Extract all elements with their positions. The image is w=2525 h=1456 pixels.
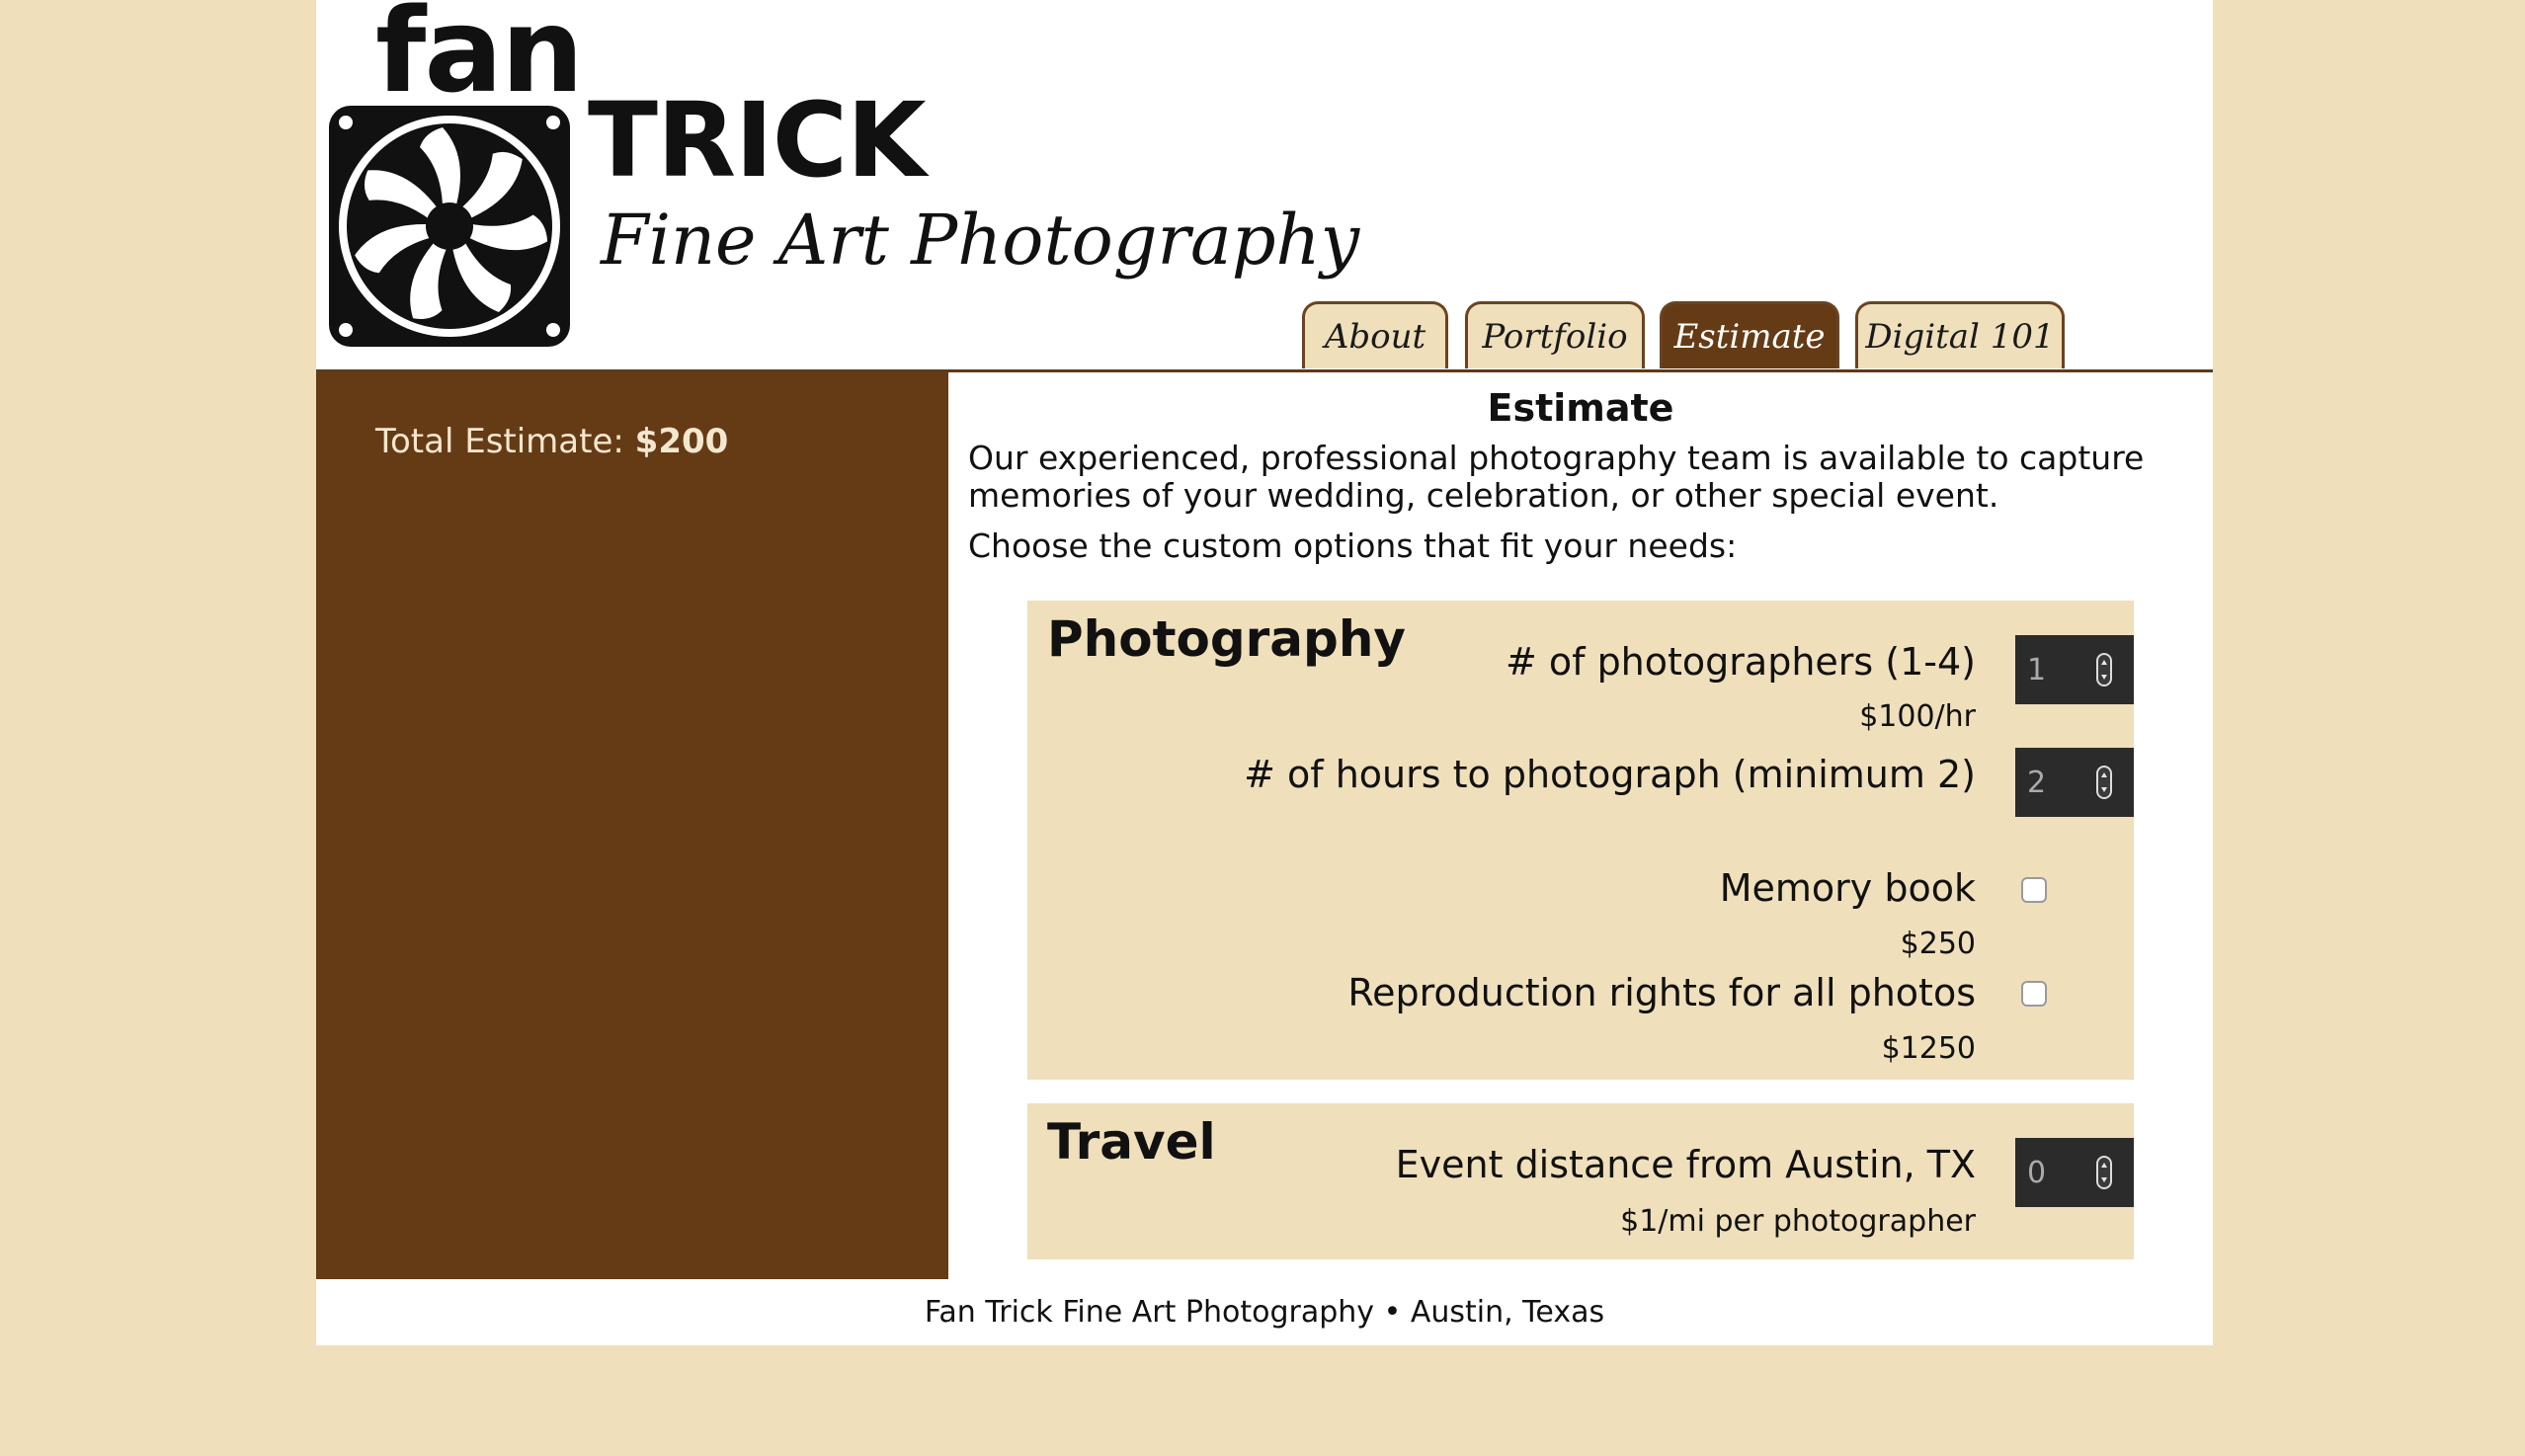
travel-heading: Travel [1047,1113,1216,1171]
tab-digital-101[interactable]: Digital 101 [1855,301,2065,368]
logo-text-trick: TRICK [588,80,927,201]
page: fan TRICK Fine Art Photography About Por… [316,0,2213,1345]
photography-section: Photography # of photographers (1-4) 1 $… [1027,601,2134,1080]
total-estimate-label: Total Estimate: [375,422,624,461]
tab-portfolio[interactable]: Portfolio [1465,301,1645,368]
site-footer: Fan Trick Fine Art Photography • Austin,… [924,1295,1605,1330]
page-title: Estimate [1487,386,1674,430]
distance-label: Event distance from Austin, TX [1395,1143,1976,1186]
site-header: fan TRICK Fine Art Photography About Por… [316,0,2213,372]
main-content: Estimate Our experienced, professional p… [948,372,2213,1279]
total-estimate-value: $200 [634,422,729,461]
memory-book-label: Memory book [1719,866,1976,910]
spinner-arrows-icon[interactable] [2096,766,2112,799]
hours-stepper[interactable]: 2 [2015,748,2134,817]
reproduction-rights-price: $1250 [1881,1031,1976,1066]
tab-estimate[interactable]: Estimate [1660,301,1839,368]
photographers-label: # of photographers (1-4) [1505,640,1976,684]
logo-text-fan: fan [375,0,584,119]
sidebar: Total Estimate: $200 [316,372,948,1279]
spinner-arrows-icon[interactable] [2096,1156,2112,1189]
hours-value: 2 [2027,765,2047,800]
fan-icon [329,106,570,347]
spinner-arrows-icon[interactable] [2096,653,2112,687]
travel-section: Travel Event distance from Austin, TX 0 … [1027,1103,2134,1259]
intro-text: Our experienced, professional photograph… [968,439,2145,515]
choose-text: Choose the custom options that fit your … [968,526,1738,565]
distance-value: 0 [2027,1155,2047,1190]
photography-heading: Photography [1047,610,1407,668]
logo-tagline: Fine Art Photography [601,200,1360,281]
photographer-rate: $100/hr [1859,699,1976,734]
reproduction-rights-checkbox[interactable] [2021,981,2047,1007]
hours-label: # of hours to photograph (minimum 2) [1244,753,1976,796]
photographers-stepper[interactable]: 1 [2015,635,2134,704]
memory-book-price: $250 [1900,927,1976,961]
photographers-value: 1 [2027,652,2047,688]
site-logo[interactable]: fan TRICK Fine Art Photography [326,0,1359,356]
tab-about[interactable]: About [1302,301,1448,368]
memory-book-checkbox[interactable] [2021,877,2047,903]
distance-stepper[interactable]: 0 [2015,1138,2134,1207]
total-estimate: Total Estimate: $200 [375,422,728,461]
travel-rate: $1/mi per photographer [1620,1204,1976,1239]
reproduction-rights-label: Reproduction rights for all photos [1347,971,1976,1014]
